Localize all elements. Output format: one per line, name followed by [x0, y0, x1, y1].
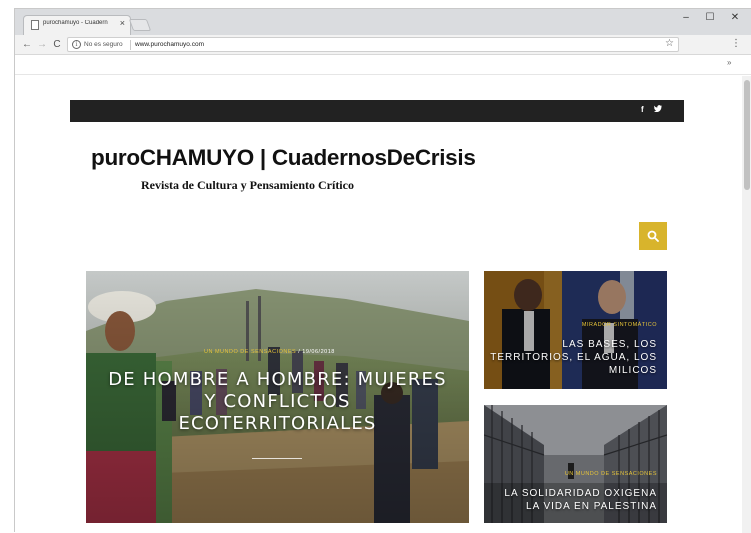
site-title[interactable]: puroCHAMUYO | CuadernosDeCrisis — [91, 145, 476, 171]
new-tab-button[interactable] — [128, 19, 152, 31]
extensions-chevron-icon[interactable]: » — [727, 58, 731, 67]
post-card-title-line: LA SOLIDARIDAD OXIGENA — [504, 488, 657, 499]
post-card[interactable]: MIRADOR SINTOMÁTICO LAS BASES, LOS TERRI… — [484, 271, 667, 389]
twitter-icon[interactable] — [653, 105, 662, 114]
featured-post-title-line: DE HOMBRE A HOMBRE: MUJERES — [108, 369, 447, 390]
post-card-category[interactable]: MIRADOR SINTOMÁTICO — [582, 322, 657, 328]
title-bar: purochamuyo - Cuadern × – ☐ ✕ — [15, 9, 751, 35]
featured-post-meta: UN MUNDO DE SENSACIONES / 19/06/2018 — [204, 349, 335, 355]
browser-toolbar: ← → C i No es seguro www.purochamuyo.com… — [15, 35, 751, 55]
post-card[interactable]: UN MUNDO DE SENSACIONES LA SOLIDARIDAD O… — [484, 405, 667, 523]
featured-post-date: 19/06/2018 — [302, 349, 335, 355]
post-card-title-line: MILICOS — [608, 365, 657, 376]
browser-tab[interactable]: purochamuyo - Cuadern × — [23, 15, 131, 35]
post-card-title-line: LA VIDA EN PALESTINA — [526, 501, 657, 512]
bookmark-star-icon[interactable]: ☆ — [665, 38, 674, 49]
maximize-button[interactable]: ☐ — [701, 12, 719, 23]
search-button[interactable] — [639, 222, 667, 250]
divider — [130, 40, 131, 50]
site-top-bar: f — [70, 100, 684, 122]
featured-post-title-line: Y CONFLICTOS — [204, 391, 351, 412]
close-window-button[interactable]: ✕ — [726, 12, 744, 23]
browser-window: purochamuyo - Cuadern × – ☐ ✕ ← → C i No… — [14, 8, 751, 533]
post-card-title[interactable]: LA SOLIDARIDAD OXIGENA LA VIDA EN PALEST… — [504, 487, 657, 513]
title-underline — [252, 458, 302, 459]
featured-post[interactable]: UN MUNDO DE SENSACIONES / 19/06/2018 DE … — [86, 271, 469, 523]
facebook-icon[interactable]: f — [641, 105, 644, 114]
post-card-title[interactable]: LAS BASES, LOS TERRITORIOS, EL AGUA, LOS… — [490, 338, 657, 377]
featured-post-category[interactable]: UN MUNDO DE SENSACIONES — [204, 349, 296, 355]
scrollbar-thumb[interactable] — [744, 80, 750, 190]
browser-menu-icon[interactable]: ⋮ — [731, 38, 741, 49]
post-card-title-line: TERRITORIOS, EL AGUA, LOS — [490, 352, 657, 363]
post-card-title-line: LAS BASES, LOS — [562, 339, 657, 350]
url-text[interactable]: www.purochamuyo.com — [135, 41, 204, 48]
post-card-category[interactable]: UN MUNDO DE SENSACIONES — [565, 471, 657, 477]
tab-title: purochamuyo - Cuadern — [43, 20, 108, 26]
page-icon — [31, 20, 39, 30]
tab-close-icon[interactable]: × — [120, 18, 125, 28]
security-label[interactable]: No es seguro — [84, 41, 123, 48]
site-tagline: Revista de Cultura y Pensamiento Crítico — [141, 178, 354, 192]
minimize-button[interactable]: – — [677, 12, 695, 23]
category-label: UN MUNDO DE SENSACIONES — [564, 471, 657, 477]
page-viewport: f puroCHAMUYO | CuadernosDeCrisis Revist… — [15, 76, 751, 533]
forward-button[interactable]: → — [36, 39, 48, 50]
category-label: MIRADOR SINTOMÁTICO — [581, 322, 657, 328]
featured-post-title[interactable]: DE HOMBRE A HOMBRE: MUJERES Y CONFLICTOS… — [86, 369, 469, 435]
page-scrollbar[interactable] — [742, 76, 751, 533]
info-icon[interactable]: i — [72, 40, 81, 49]
back-button[interactable]: ← — [21, 39, 33, 50]
reload-button[interactable]: C — [51, 39, 63, 50]
bookmarks-bar: » — [15, 55, 751, 75]
featured-post-title-line: ECOTERRITORIALES — [178, 413, 377, 434]
address-bar[interactable]: i No es seguro www.purochamuyo.com ☆ — [67, 37, 679, 52]
search-icon — [647, 230, 659, 242]
